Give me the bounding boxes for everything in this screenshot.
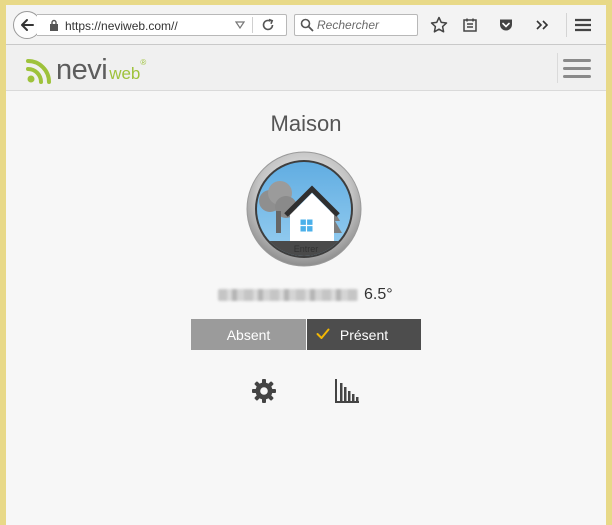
browser-menu-icon[interactable] <box>574 16 592 34</box>
url-separator <box>252 17 253 33</box>
absent-button[interactable]: Absent <box>191 319 306 350</box>
temperature-row: 6.5° <box>218 285 393 305</box>
toolbar-separator <box>566 13 567 37</box>
logo-subtext: web <box>109 64 141 83</box>
location-title: Maison <box>270 111 342 136</box>
enter-label: Entrer <box>293 244 319 254</box>
bookmark-star-icon[interactable] <box>430 16 448 34</box>
dropdown-icon[interactable] <box>235 21 245 29</box>
blurred-location-name <box>218 289 358 301</box>
back-arrow-icon <box>21 19 34 31</box>
absent-label: Absent <box>226 326 271 343</box>
site-header: nevi web ® <box>6 45 606 91</box>
reading-list-icon[interactable] <box>461 16 479 34</box>
search-bar[interactable] <box>294 14 418 36</box>
pocket-icon[interactable] <box>497 16 515 34</box>
reload-icon[interactable] <box>261 18 275 32</box>
logo-text: nevi <box>56 54 108 86</box>
url-text: https://neviweb.com// <box>65 19 178 33</box>
url-bar[interactable]: https://neviweb.com// <box>37 14 287 36</box>
gear-icon[interactable] <box>250 377 278 405</box>
mode-toggle: Absent Présent <box>191 319 421 350</box>
bar-chart-icon[interactable] <box>333 377 361 405</box>
search-icon <box>300 18 314 32</box>
present-button[interactable]: Présent <box>306 319 421 350</box>
registered-mark: ® <box>140 58 147 67</box>
present-label: Présent <box>339 326 389 343</box>
neviweb-logo[interactable]: nevi web ® <box>26 54 147 86</box>
browser-toolbar: https://neviweb.com// <box>6 5 606 45</box>
search-input[interactable] <box>317 17 415 33</box>
overflow-icon[interactable] <box>533 16 551 34</box>
wifi-logo-icon <box>26 59 51 84</box>
temperature-value: 6.5° <box>364 286 393 303</box>
check-icon <box>316 328 330 339</box>
page: nevi web ® Maison Entrer 6.5° Absent Pré… <box>6 45 606 525</box>
lock-icon <box>50 19 58 31</box>
hamburger-menu-icon[interactable] <box>557 53 591 83</box>
